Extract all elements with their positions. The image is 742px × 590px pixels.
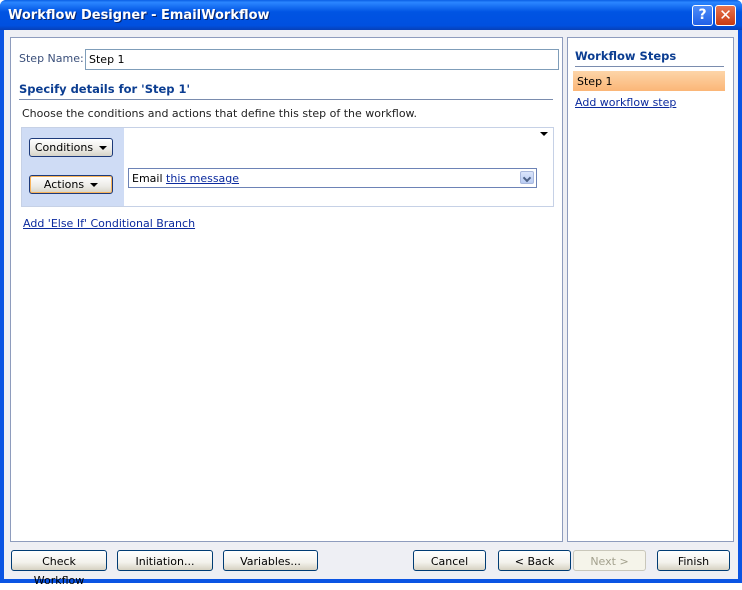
- window-title: Workflow Designer - EmailWorkflow: [8, 8, 270, 23]
- add-else-if-branch-link[interactable]: Add 'Else If' Conditional Branch: [23, 217, 195, 230]
- help-button[interactable]: ?: [692, 5, 713, 26]
- workflow-designer-window: Workflow Designer - EmailWorkflow ? ✕ St…: [0, 0, 742, 587]
- dropdown-arrow-icon: [99, 146, 108, 150]
- initiation-button[interactable]: Initiation...: [117, 550, 213, 571]
- check-workflow-button[interactable]: Check Workflow: [11, 550, 107, 587]
- condition-branch: Conditions Actions Email this message: [21, 127, 554, 207]
- dialog-body: Step Name: Specify details for 'Step 1' …: [4, 30, 738, 587]
- conditions-button[interactable]: Conditions: [29, 138, 113, 157]
- add-workflow-step-link[interactable]: Add workflow step: [575, 96, 676, 109]
- step-details-panel: Step Name: Specify details for 'Step 1' …: [10, 37, 563, 542]
- finish-button[interactable]: Finish: [657, 550, 730, 571]
- workflow-steps-title: Workflow Steps: [575, 49, 724, 67]
- action-prefix: Email: [132, 172, 163, 185]
- step-name-input[interactable]: [85, 49, 559, 70]
- action-parameter-link[interactable]: this message: [166, 172, 239, 185]
- chevron-down-icon[interactable]: [520, 171, 534, 184]
- conditions-label: Conditions: [34, 141, 94, 154]
- next-button[interactable]: Next >: [573, 550, 646, 571]
- action-email-row[interactable]: Email this message: [128, 168, 537, 188]
- branch-button-bar: Conditions Actions: [22, 128, 124, 206]
- variables-button[interactable]: Variables...: [223, 550, 318, 571]
- actions-button[interactable]: Actions: [29, 175, 113, 194]
- actions-label: Actions: [43, 178, 85, 191]
- workflow-step-label: Step 1: [577, 75, 613, 88]
- dropdown-arrow-icon: [90, 183, 99, 187]
- close-button[interactable]: ✕: [715, 5, 736, 26]
- branch-menu-arrow-icon[interactable]: [540, 132, 548, 136]
- workflow-steps-panel: Workflow Steps Step 1 Add workflow step: [567, 37, 734, 542]
- details-title: Specify details for 'Step 1': [19, 82, 553, 100]
- step-name-label: Step Name:: [19, 52, 84, 65]
- details-description: Choose the conditions and actions that d…: [22, 107, 418, 120]
- workflow-step-item[interactable]: Step 1: [573, 71, 725, 91]
- cancel-button[interactable]: Cancel: [413, 550, 486, 571]
- title-bar[interactable]: Workflow Designer - EmailWorkflow ? ✕: [0, 0, 742, 30]
- action-text: Email this message: [132, 172, 239, 185]
- back-button[interactable]: < Back: [498, 550, 571, 571]
